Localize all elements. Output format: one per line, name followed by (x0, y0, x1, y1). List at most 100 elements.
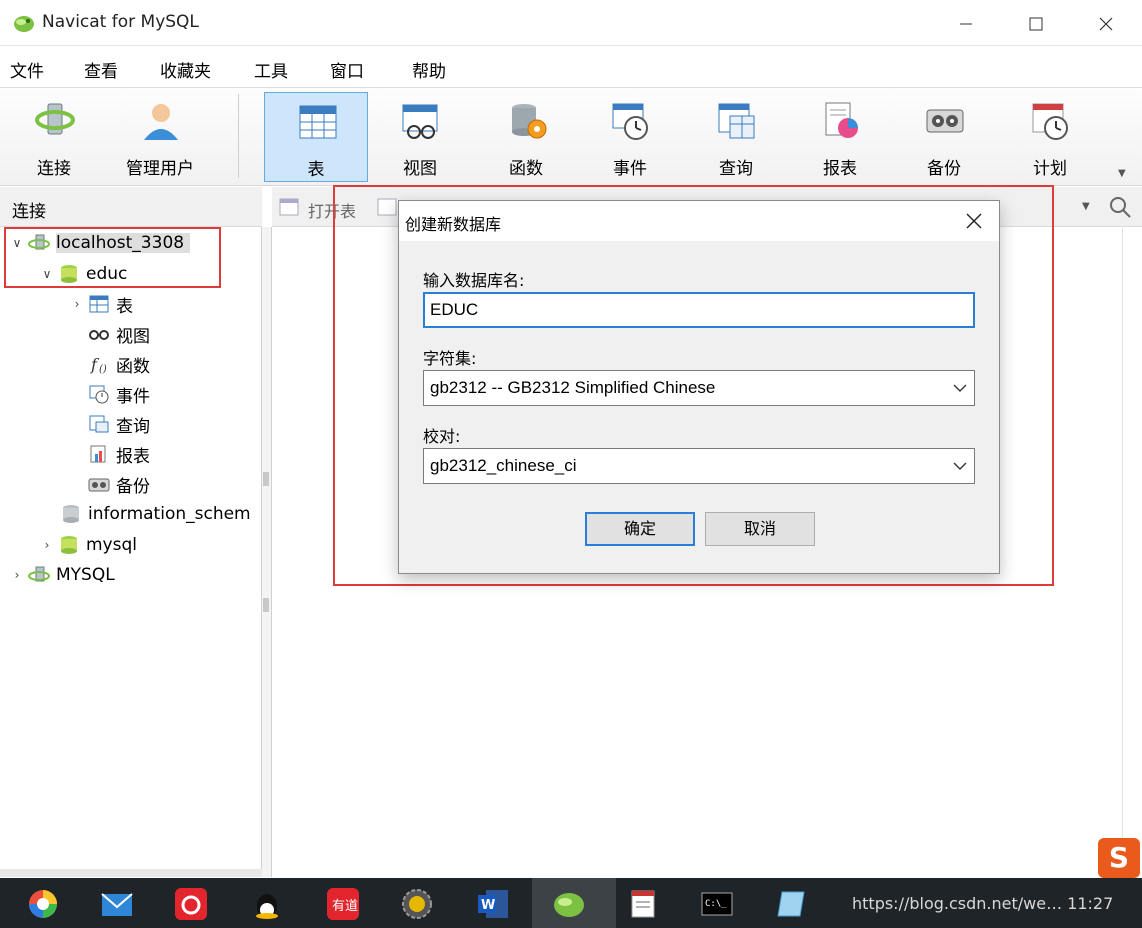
close-button[interactable] (1086, 8, 1126, 40)
tree-item-events-label: 事件 (116, 386, 150, 407)
tree-item-views[interactable]: 视图 (88, 320, 150, 348)
connect-button[interactable]: 连接 (2, 92, 106, 182)
event-icon (89, 385, 109, 404)
tree-database-mysql[interactable]: › mysql (40, 531, 137, 559)
manage-users-label: 管理用户 (126, 159, 194, 179)
notepad-icon[interactable] (626, 888, 660, 920)
toolbar-overflow-chevron-icon[interactable]: ▼ (1118, 168, 1126, 179)
menu-favorites[interactable]: 收藏夹 (160, 57, 211, 82)
vertical-scrollbar[interactable] (1122, 228, 1142, 877)
tree-item-functions[interactable]: f() 函数 (88, 350, 150, 378)
tables-label: 表 (307, 160, 325, 180)
tree-database-information-schema[interactable]: information_schem (60, 500, 251, 528)
ok-button[interactable]: 确定 (585, 512, 695, 546)
queries-button[interactable]: 查询 (684, 92, 788, 182)
chevron-right-icon[interactable]: › (40, 538, 54, 552)
menu-help[interactable]: 帮助 (412, 57, 446, 82)
menu-view[interactable]: 查看 (84, 57, 118, 82)
maximize-button[interactable] (1016, 8, 1056, 40)
horizontal-scrollbar[interactable] (0, 869, 262, 877)
connection-panel: 连接 ∨ localhost_3308 ∨ educ › 表 视图 f() 函数… (0, 187, 262, 877)
create-database-dialog: 创建新数据库 输入数据库名: EDUC 字符集: gb2312 -- GB231… (398, 200, 1000, 574)
tree-item-backup-label: 备份 (116, 476, 150, 497)
charset-select[interactable]: gb2312 -- GB2312 Simplified Chinese (423, 370, 975, 406)
schedule-icon (1032, 103, 1068, 140)
connection-panel-header: 连接 (0, 187, 262, 227)
charset-selected-value: gb2312 -- GB2312 Simplified Chinese (430, 378, 716, 397)
mail-icon[interactable] (100, 888, 134, 920)
dialog-close-button[interactable] (959, 207, 989, 237)
collation-label: 校对: (423, 427, 461, 446)
close-icon (1099, 17, 1113, 31)
tree-item-events[interactable]: 事件 (88, 380, 150, 408)
search-icon[interactable] (1108, 195, 1132, 219)
svg-text:有道: 有道 (332, 899, 358, 914)
dialog-title: 创建新数据库 (405, 215, 502, 234)
tree-item-tables[interactable]: › 表 (70, 290, 133, 318)
manage-users-button[interactable]: 管理用户 (108, 92, 212, 182)
minimize-button[interactable] (946, 8, 986, 40)
maximize-icon (1029, 17, 1043, 31)
tables-button[interactable]: 表 (264, 92, 368, 182)
tree-item-backup[interactable]: 备份 (88, 470, 150, 498)
cancel-button[interactable]: 取消 (705, 512, 815, 546)
tree-connection-mysql[interactable]: › MYSQL (10, 561, 115, 589)
browser-icon[interactable] (26, 888, 60, 920)
object-toolbar-overflow-icon[interactable]: ▼ (1082, 201, 1090, 212)
tree-connection-mysql-label: MYSQL (56, 565, 115, 585)
functions-label: 函数 (509, 159, 543, 179)
tree-item-tables-label: 表 (116, 296, 133, 317)
chevron-right-icon[interactable]: › (70, 297, 84, 311)
svg-text:(): () (99, 364, 107, 374)
tree-database-mysql-label: mysql (86, 535, 137, 555)
collation-selected-value: gb2312_chinese_ci (430, 456, 577, 475)
java-ide-icon[interactable] (400, 888, 434, 920)
window-title: Navicat for MySQL (42, 12, 199, 32)
terminal-icon[interactable]: C:\_ (700, 888, 734, 920)
chevron-right-icon[interactable]: › (10, 568, 24, 582)
qq-icon[interactable] (250, 888, 284, 920)
navicat-icon[interactable] (552, 888, 586, 920)
netease-music-icon[interactable] (174, 888, 208, 920)
table-icon (299, 105, 337, 139)
views-button[interactable]: 视图 (368, 92, 472, 182)
title-bar: Navicat for MySQL (0, 0, 1142, 46)
panel-splitter[interactable] (262, 227, 272, 877)
open-table-icon (279, 198, 299, 216)
query-icon (89, 415, 109, 433)
svg-text:C:\_: C:\_ (705, 899, 727, 909)
tree-item-reports[interactable]: 报表 (88, 440, 150, 468)
view-icon (89, 330, 109, 340)
report-icon (825, 102, 858, 138)
splitter-grip-icon[interactable] (263, 472, 269, 486)
menu-tools[interactable]: 工具 (254, 57, 288, 82)
connect-label: 连接 (37, 159, 71, 179)
menu-window[interactable]: 窗口 (330, 57, 364, 82)
backup-icon (88, 478, 110, 492)
menu-file[interactable]: 文件 (10, 57, 44, 82)
functions-button[interactable]: 函数 (474, 92, 578, 182)
collation-select[interactable]: gb2312_chinese_ci (423, 448, 975, 484)
events-button[interactable]: 事件 (578, 92, 682, 182)
backup-button[interactable]: 备份 (892, 92, 996, 182)
tree-item-functions-label: 函数 (116, 356, 150, 377)
youdao-icon[interactable]: 有道 (326, 888, 360, 920)
report-icon (90, 445, 106, 463)
table-icon (89, 295, 109, 313)
splitter-grip-icon[interactable] (263, 598, 269, 612)
schedule-button[interactable]: 计划 (998, 92, 1102, 182)
close-icon (966, 213, 982, 229)
reports-button[interactable]: 报表 (788, 92, 892, 182)
toolbar-separator (238, 94, 239, 178)
sogou-input-icon[interactable]: S (1098, 838, 1140, 878)
tree-item-queries[interactable]: 查询 (88, 410, 150, 438)
events-label: 事件 (613, 159, 647, 179)
word-icon[interactable]: W (476, 888, 510, 920)
database-name-input[interactable]: EDUC (423, 292, 975, 328)
backup-label: 备份 (927, 159, 961, 179)
tree-database-information-schema-label: information_schem (88, 504, 251, 524)
notes-icon[interactable] (776, 888, 810, 920)
tree-item-views-label: 视图 (116, 326, 150, 347)
database-icon (63, 505, 79, 523)
views-label: 视图 (403, 159, 437, 179)
